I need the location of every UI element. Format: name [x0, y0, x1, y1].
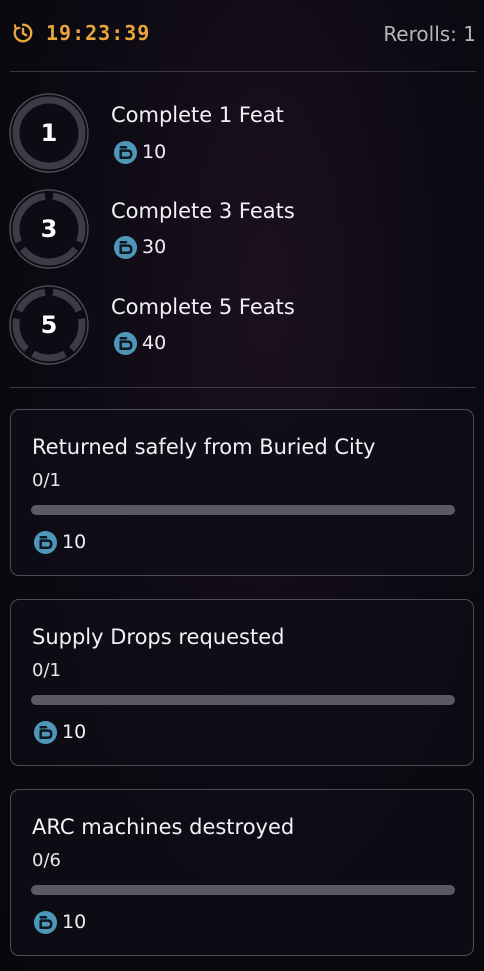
timer-readout: 19:23:39 — [46, 21, 151, 45]
coin-icon — [113, 140, 138, 164]
progress-bar — [31, 695, 455, 705]
milestone-ring: 1 — [8, 92, 90, 174]
milestone-number: 1 — [40, 119, 58, 147]
reward-amount: 10 — [62, 911, 87, 933]
task-card[interactable]: ARC machines destroyed 0/6 10 — [10, 789, 474, 956]
coin-icon — [33, 910, 58, 934]
milestone-ring: 3 — [8, 188, 90, 270]
task-progress-text: 0/1 — [32, 470, 61, 491]
task-progress-text: 0/6 — [32, 850, 61, 871]
milestone-reward: 40 — [113, 330, 166, 356]
coin-icon — [113, 235, 138, 259]
milestone-title: Complete 3 Feats — [111, 199, 295, 223]
reward-amount: 10 — [62, 721, 87, 743]
coin-icon — [113, 331, 138, 355]
coin-icon — [33, 720, 58, 744]
coin-icon — [33, 530, 58, 554]
milestone-5[interactable]: 5 Complete 5 Feats 40 — [0, 284, 484, 370]
task-title: Supply Drops requested — [32, 625, 285, 649]
task-reward: 10 — [33, 529, 86, 555]
milestone-ring: 5 — [8, 284, 90, 366]
header: 19:23:39 Rerolls: 1 — [0, 0, 484, 70]
task-title: ARC machines destroyed — [32, 815, 295, 839]
milestone-3[interactable]: 3 Complete 3 Feats 30 — [0, 188, 484, 274]
task-reward: 10 — [33, 909, 86, 935]
task-progress-text: 0/1 — [32, 660, 61, 681]
milestone-number: 3 — [40, 215, 58, 243]
milestone-title: Complete 5 Feats — [111, 295, 295, 319]
task-card[interactable]: Returned safely from Buried City 0/1 10 — [10, 409, 474, 576]
progress-bar — [31, 885, 455, 895]
divider — [10, 387, 476, 388]
milestone-number: 5 — [40, 311, 58, 339]
progress-bar — [31, 505, 455, 515]
task-reward: 10 — [33, 719, 86, 745]
clock-icon — [13, 23, 33, 43]
task-title: Returned safely from Buried City — [32, 435, 376, 459]
reward-amount: 10 — [62, 531, 87, 553]
milestone-title: Complete 1 Feat — [111, 103, 284, 127]
milestone-reward: 10 — [113, 139, 166, 165]
divider — [10, 71, 476, 72]
milestone-1[interactable]: 1 Complete 1 Feat 10 — [0, 92, 484, 178]
reward-amount: 10 — [142, 141, 167, 163]
reward-amount: 40 — [142, 332, 167, 354]
rerolls-counter[interactable]: Rerolls: 1 — [383, 20, 476, 48]
task-card[interactable]: Supply Drops requested 0/1 10 — [10, 599, 474, 766]
reward-amount: 30 — [142, 236, 167, 258]
milestone-reward: 30 — [113, 234, 166, 260]
